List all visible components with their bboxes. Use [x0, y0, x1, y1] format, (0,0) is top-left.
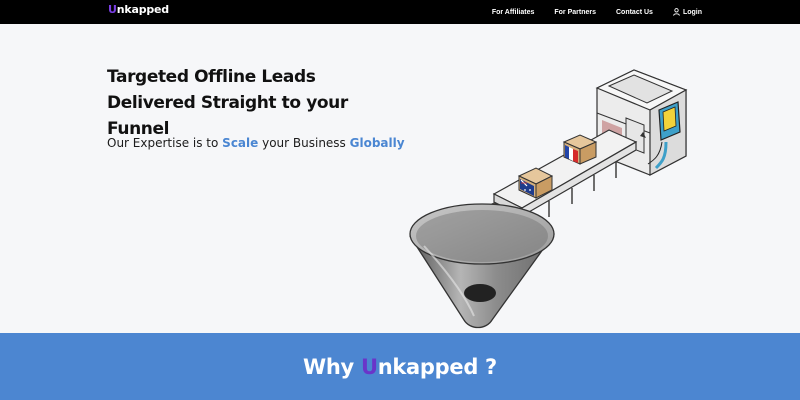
nav-for-partners[interactable]: For Partners: [554, 9, 596, 16]
tagline-middle: your Business: [258, 136, 350, 150]
nav-links: For Affiliates For Partners Contact Us L…: [472, 0, 702, 24]
headline-line-1: Targeted Offline Leads: [107, 67, 316, 87]
why-unkapped-heading: Why Unkapped ?: [303, 355, 497, 379]
logo-text: nkapped: [116, 3, 169, 16]
nav-login[interactable]: Login: [673, 8, 702, 16]
why-prefix: Why: [303, 354, 361, 379]
tagline-globally: Globally: [349, 136, 405, 150]
hero-headline: Targeted Offline Leads Delivered Straigh…: [107, 64, 407, 142]
funnel: [409, 203, 555, 329]
user-icon: [673, 8, 680, 16]
why-suffix: ?: [478, 354, 497, 379]
why-brand-letter: U: [360, 354, 378, 379]
conveyor-machine-funnel-illustration: [404, 58, 706, 333]
hero-tagline: Our Expertise is to Scale your Business …: [107, 136, 405, 150]
why-brand-rest: nkapped: [377, 354, 479, 379]
nav-for-affiliates[interactable]: For Affiliates: [492, 9, 535, 16]
login-label: Login: [682, 8, 702, 16]
tagline-prefix: Our Expertise is to: [107, 136, 223, 150]
top-navbar: Unkapped For Affiliates For Partners Con…: [0, 0, 800, 24]
logo-letter-u: U: [108, 3, 117, 16]
headline-line-2: Delivered Straight to your Funnel: [107, 93, 348, 139]
nav-contact-us[interactable]: Contact Us: [616, 9, 653, 16]
why-unkapped-section: Why Unkapped ?: [0, 333, 800, 400]
brand-logo[interactable]: Unkapped: [108, 3, 169, 16]
tagline-scale: Scale: [222, 136, 259, 150]
